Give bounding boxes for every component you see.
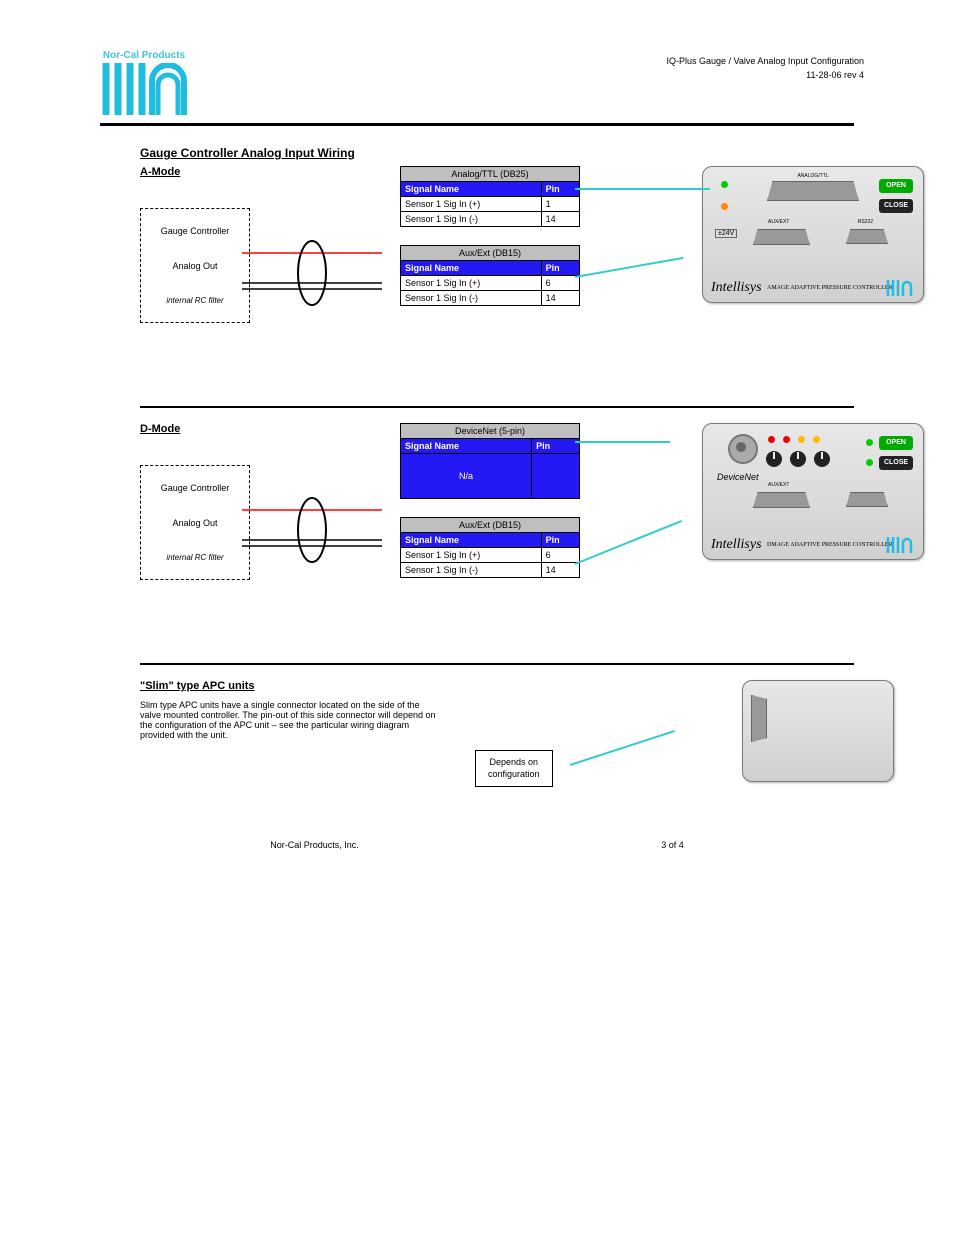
- device-model: AMAGE ADAPTIVE PRESSURE CONTROLLER: [767, 285, 893, 291]
- wire-diagram-d: [242, 490, 392, 610]
- circular-connector-icon: [728, 434, 758, 464]
- col-header: Signal Name: [401, 439, 532, 454]
- col-header: Pin: [541, 182, 579, 197]
- table-caption: Aux/Ext (DB15): [400, 245, 580, 260]
- col-header: Pin: [541, 533, 579, 548]
- devicenet-label: DeviceNet: [717, 472, 759, 482]
- led-icon: [768, 436, 775, 443]
- col-header: Signal Name: [401, 533, 542, 548]
- leader-line: [575, 188, 710, 190]
- footer-company: Nor-Cal Products, Inc.: [270, 840, 359, 850]
- open-button-graphic: OPEN: [879, 179, 913, 193]
- nc-small-logo-icon: [885, 535, 915, 553]
- section-title: Gauge Controller Analog Input Wiring: [140, 146, 854, 160]
- gauge-controller-box: Gauge Controller Analog Out internal RC …: [140, 465, 250, 580]
- port-label: AUX/EXT: [768, 219, 789, 225]
- gauge-controller-box: Gauge Controller Analog Out internal RC …: [140, 208, 250, 323]
- logo-text: Nor-Cal Products: [103, 50, 185, 61]
- port-label: RS232: [858, 219, 873, 225]
- doc-revision: 11-28-06 rev 4: [667, 69, 864, 83]
- d-mode-block: D-Mode Gauge Controller Analog Out inter…: [140, 423, 854, 653]
- led-icon: [866, 439, 873, 446]
- led-icon: [721, 181, 728, 188]
- box-label-2: Analog Out: [145, 518, 245, 528]
- col-header: Signal Name: [401, 182, 542, 197]
- led-icon: [783, 436, 790, 443]
- section-divider: [140, 663, 854, 665]
- table-caption: Analog/TTL (DB25): [400, 166, 580, 181]
- table-row: Sensor 1 Sig In (+)1: [401, 197, 580, 212]
- d-mode-devicenet-table: DeviceNet (5-pin) Signal NamePin N/a: [400, 423, 580, 499]
- box-label-3: internal RC filter: [145, 296, 245, 305]
- box-label-2: Analog Out: [145, 261, 245, 271]
- table-caption: Aux/Ext (DB15): [400, 517, 580, 532]
- nc-small-logo-icon: [885, 278, 915, 296]
- nc-logo-icon: [100, 63, 188, 115]
- close-button-graphic: CLOSE: [879, 456, 913, 470]
- leader-line: [575, 257, 684, 278]
- apc-device-a: ANALOG/TTL AUX/EXT RS232 OPEN CLOSE ±24V…: [702, 166, 924, 303]
- slim-apc-device: [742, 680, 894, 782]
- open-button-graphic: OPEN: [879, 436, 913, 450]
- table-row: N/a: [401, 454, 580, 499]
- db9-connector-icon: [846, 492, 888, 507]
- note-line-1: Depends on: [488, 757, 540, 769]
- page-footer: Nor-Cal Products, Inc. 3 of 4: [0, 840, 954, 850]
- device-model: DMAGE ADAPTIVE PRESSURE CONTROLLER: [767, 542, 893, 548]
- note-box: Depends on configuration: [475, 750, 553, 787]
- table-row: Sensor 1 Sig In (+)6: [401, 548, 580, 563]
- slim-section: "Slim" type APC units Slim type APC unit…: [140, 680, 854, 820]
- leader-line: [575, 520, 682, 565]
- table-row: Sensor 1 Sig In (+)6: [401, 276, 580, 291]
- led-icon: [798, 436, 805, 443]
- rotary-switch-icon: [765, 450, 783, 468]
- section-divider: [140, 406, 854, 408]
- a-mode-block: A-Mode Gauge Controller Analog Out inter…: [140, 166, 854, 396]
- port-label: AUX/EXT: [768, 482, 789, 488]
- table-row: Sensor 1 Sig In (-)14: [401, 212, 580, 227]
- company-logo: Nor-Cal Products: [100, 50, 188, 115]
- device-brand: Intellisys AMAGE ADAPTIVE PRESSURE CONTR…: [711, 280, 893, 296]
- wire-diagram-a: [242, 233, 392, 353]
- d-mode-title: D-Mode: [140, 423, 400, 435]
- apc-device-d: DeviceNet AUX/EXT OPEN CLOSE Intellisys …: [702, 423, 924, 560]
- doc-title: IQ-Plus Gauge / Valve Analog Input Confi…: [667, 55, 864, 69]
- col-header: Pin: [541, 261, 579, 276]
- note-line-2: configuration: [488, 769, 540, 781]
- footer-page-number: 3 of 4: [661, 840, 684, 850]
- led-icon: [813, 436, 820, 443]
- db25-connector-icon: [767, 181, 859, 201]
- d-mode-aux-table: Aux/Ext (DB15) Signal NamePin Sensor 1 S…: [400, 517, 580, 578]
- side-connector-icon: [751, 695, 767, 742]
- table-row: Sensor 1 Sig In (-)14: [401, 563, 580, 578]
- db15-connector-icon: [753, 229, 810, 245]
- led-icon: [866, 459, 873, 466]
- leader-line: [570, 730, 675, 766]
- rotary-switch-icon: [789, 450, 807, 468]
- page-title-block: IQ-Plus Gauge / Valve Analog Input Confi…: [667, 55, 864, 82]
- rotary-switch-icon: [813, 450, 831, 468]
- slim-body-text: Slim type APC units have a single connec…: [140, 700, 440, 740]
- table-row: Sensor 1 Sig In (-)14: [401, 291, 580, 306]
- a-mode-title: A-Mode: [140, 166, 400, 178]
- box-label-1: Gauge Controller: [145, 226, 245, 236]
- leader-line: [575, 441, 670, 443]
- db9-connector-icon: [846, 229, 888, 244]
- led-icon: [721, 203, 728, 210]
- header-divider: [100, 123, 854, 126]
- box-label-1: Gauge Controller: [145, 483, 245, 493]
- port-label: ANALOG/TTL: [797, 173, 828, 179]
- a-mode-analog-table: Analog/TTL (DB25) Signal NamePin Sensor …: [400, 166, 580, 227]
- device-brand: Intellisys DMAGE ADAPTIVE PRESSURE CONTR…: [711, 537, 893, 553]
- db15-connector-icon: [753, 492, 810, 508]
- col-header: Pin: [532, 439, 580, 454]
- box-label-3: internal RC filter: [145, 553, 245, 562]
- close-button-graphic: CLOSE: [879, 199, 913, 213]
- table-caption: DeviceNet (5-pin): [400, 423, 580, 438]
- col-header: Signal Name: [401, 261, 542, 276]
- a-mode-aux-table: Aux/Ext (DB15) Signal NamePin Sensor 1 S…: [400, 245, 580, 306]
